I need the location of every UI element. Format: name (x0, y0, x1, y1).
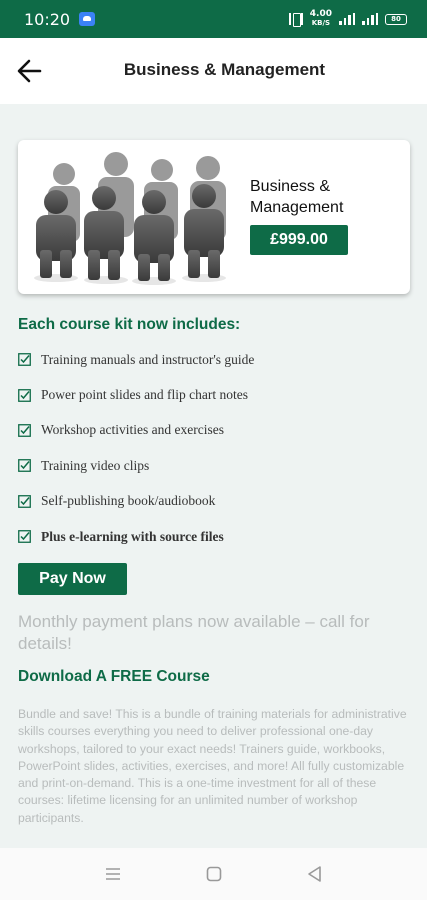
page-title: Business & Management (123, 60, 326, 79)
menu-icon[interactable] (103, 864, 123, 884)
status-bar: 10:20 4.00 KB/S 80 (0, 0, 427, 38)
vibrate-icon (288, 13, 303, 27)
network-speed: 4.00 KB/S (310, 10, 332, 28)
feature-item: Training video clips (18, 448, 254, 483)
checkbox-icon (18, 388, 31, 402)
checkbox-icon (18, 530, 31, 544)
feature-label: Workshop activities and exercises (41, 422, 224, 438)
price-badge: £999.00 (250, 225, 348, 255)
signal-icon-2 (362, 13, 378, 25)
back-triangle-icon[interactable] (305, 864, 325, 884)
system-nav-bar (0, 848, 427, 900)
signal-icon (339, 13, 355, 25)
feature-item: Plus e-learning with source files (18, 519, 254, 554)
app-header: Business & Management (0, 38, 427, 104)
feature-label: Training video clips (41, 457, 150, 473)
feature-item: Workshop activities and exercises (18, 413, 254, 448)
checkbox-icon (18, 494, 31, 508)
product-name: Business & Management (250, 178, 344, 216)
checkbox-icon (18, 424, 31, 437)
product-card[interactable]: Business & Management £999.00 (18, 140, 410, 294)
payment-plan-note: Monthly payment plans now available – ca… (18, 612, 370, 653)
feature-label: Power point slides and flip chart notes (41, 387, 248, 403)
course-description: Bundle and save! This is a bundle of tra… (18, 707, 407, 825)
feature-list: Training manuals and instructor's guide … (18, 342, 254, 554)
network-speed-unit: KB/S (311, 19, 331, 27)
feature-label: Plus e-learning with source files (41, 528, 224, 544)
feature-label: Self-publishing book/audiobook (41, 493, 216, 509)
download-free-course-link[interactable]: Download A FREE Course (18, 668, 210, 686)
status-icons: 4.00 KB/S 80 (288, 10, 407, 28)
battery-icon: 80 (385, 13, 407, 25)
cloud-notification-icon (79, 12, 96, 26)
status-time: 10:20 (24, 9, 71, 29)
kit-heading: Each course kit now includes: (18, 316, 241, 333)
pay-now-button[interactable]: Pay Now (18, 563, 127, 595)
network-speed-value: 4.00 (309, 9, 332, 19)
feature-item: Training manuals and instructor's guide (18, 342, 254, 377)
checkbox-icon (18, 459, 31, 473)
feature-item: Power point slides and flip chart notes (18, 377, 254, 412)
people-group-image (34, 152, 226, 285)
home-square-icon[interactable] (204, 864, 224, 884)
feature-label: Training manuals and instructor's guide (41, 351, 255, 367)
checkbox-icon (18, 353, 31, 367)
feature-item: Self-publishing book/audiobook (18, 484, 254, 519)
